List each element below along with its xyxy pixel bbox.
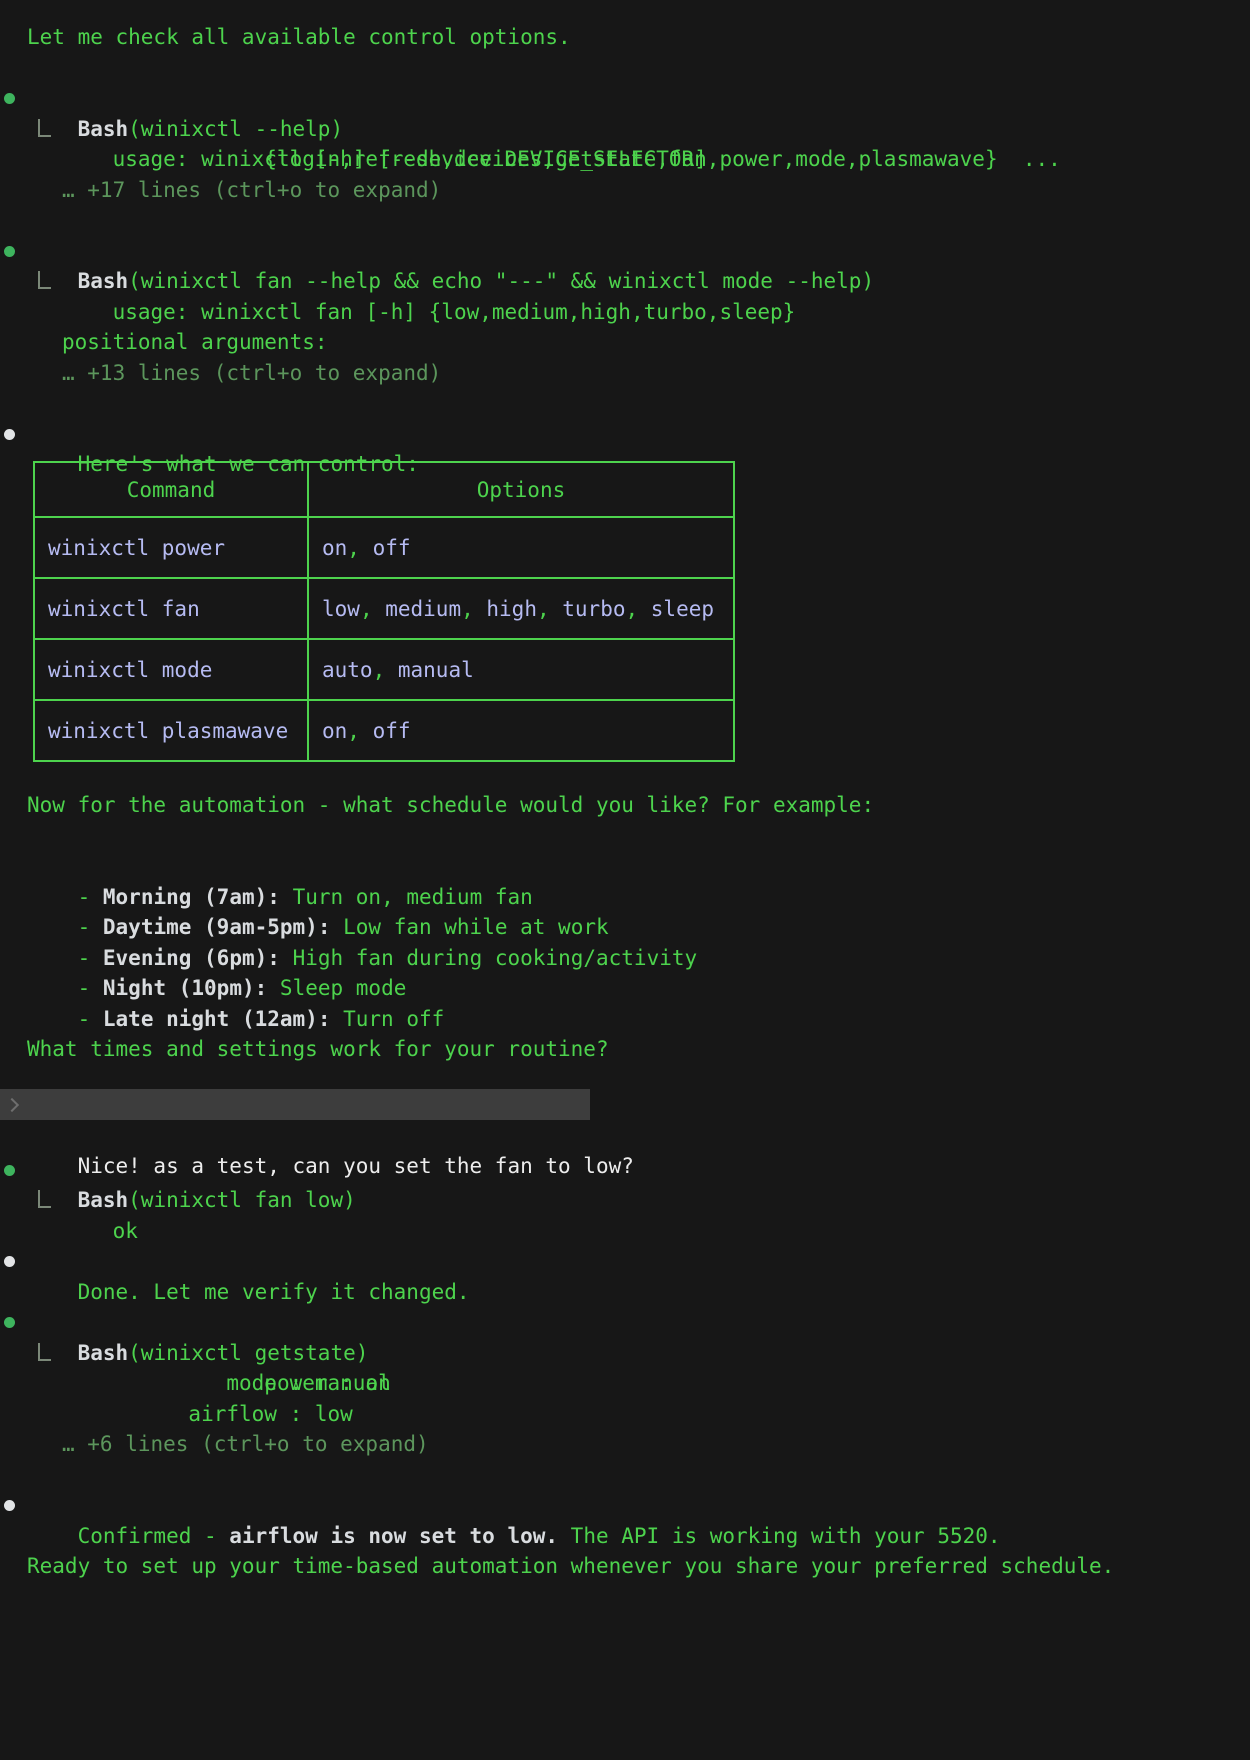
blank-line — [0, 297, 1250, 328]
user-input-message: Nice! as a test, can you set the fan to … — [0, 1089, 590, 1120]
tool-bullet-icon — [4, 93, 15, 104]
tool-output-line: ok — [0, 1185, 1250, 1216]
routine-question: What times and settings work for your ro… — [0, 1034, 1250, 1065]
options-cell: auto, manual — [308, 639, 734, 700]
schedule-item: - Evening (6pm): High fan during cooking… — [0, 912, 1250, 943]
tool-output-text: ok — [113, 1219, 138, 1243]
expand-hint: … +6 lines (ctrl+o to expand) — [0, 1429, 1250, 1460]
output-connector-icon — [38, 119, 51, 137]
tool-bullet-icon — [4, 1165, 15, 1176]
schedule-item: - Daytime (9am-5pm): Low fan while at wo… — [0, 882, 1250, 913]
tool-call-bash-fan-low: Bash(winixctl fan low) — [0, 1155, 1250, 1186]
terminal-transcript: Let me check all available control optio… — [0, 0, 1250, 1582]
options-cell: low, medium, high, turbo, sleep — [308, 578, 734, 639]
table-row: winixctl fan low, medium, high, turbo, s… — [34, 578, 734, 639]
table-row: winixctl mode auto, manual — [34, 639, 734, 700]
options-cell: on, off — [308, 700, 734, 761]
command-cell: winixctl power — [34, 517, 308, 578]
prompt-chevron-icon — [5, 1097, 19, 1111]
done-text: Done. Let me verify it changed. — [78, 1280, 470, 1304]
confirmed-highlight: airflow is now set to low. — [229, 1524, 558, 1548]
control-table: Command Options winixctl power on, off w… — [33, 461, 735, 762]
tool-bullet-icon — [4, 246, 15, 257]
tool-bullet-icon — [4, 1317, 15, 1328]
tool-output-line: positional arguments: — [0, 327, 1250, 358]
tool-output-line: power : on — [0, 1338, 1250, 1369]
tool-output-line: mode : manual — [0, 1368, 1250, 1399]
schedule-item: - Night (10pm): Sleep mode — [0, 943, 1250, 974]
schedule-item: - Late night (12am): Turn off — [0, 973, 1250, 1004]
assistant-message: Done. Let me verify it changed. — [0, 1246, 1250, 1277]
message-bullet-icon — [4, 1500, 15, 1511]
tool-output-line: {login,refresh,devices,getstate,fan,powe… — [0, 144, 1250, 175]
table-row: winixctl plasmawave on, off — [34, 700, 734, 761]
confirmed-suffix: The API is working with your 5520. — [558, 1524, 1001, 1548]
output-connector-icon — [38, 271, 51, 289]
assistant-message: Confirmed - airflow is now set to low. T… — [0, 1490, 1250, 1521]
tool-output-line: usage: winixctl fan [-h] {low,medium,hig… — [0, 266, 1250, 297]
expand-hint: … +17 lines (ctrl+o to expand) — [0, 175, 1250, 206]
schedule-desc: Turn off — [343, 1007, 444, 1031]
assistant-message: Here's what we can control: — [0, 419, 1250, 450]
schedule-item: - Morning (7am): Turn on, medium fan — [0, 851, 1250, 882]
list-dash: - — [78, 1007, 91, 1031]
message-bullet-icon — [4, 429, 15, 440]
tool-output-line: airflow : low — [0, 1399, 1250, 1430]
automation-prompt: Now for the automation - what schedule w… — [0, 790, 1250, 821]
confirmed-prefix: Confirmed - — [78, 1524, 230, 1548]
tool-call-bash-help: Bash(winixctl --help) — [0, 83, 1250, 114]
expand-hint: … +13 lines (ctrl+o to expand) — [0, 358, 1250, 389]
output-connector-icon — [38, 1343, 51, 1361]
control-heading: Here's what we can control: — [78, 452, 419, 476]
command-cell: winixctl mode — [34, 639, 308, 700]
tool-call-bash-fan-help: Bash(winixctl fan --help && echo "---" &… — [0, 236, 1250, 267]
command-cell: winixctl fan — [34, 578, 308, 639]
table-row: winixctl power on, off — [34, 517, 734, 578]
intro-text: Let me check all available control optio… — [0, 22, 1250, 53]
tool-output-line: usage: winixctl [-h] [--device DEVICE_SE… — [0, 114, 1250, 145]
schedule-label: Late night (12am): — [103, 1007, 331, 1031]
message-bullet-icon — [4, 1256, 15, 1267]
tool-call-bash-getstate: Bash(winixctl getstate) — [0, 1307, 1250, 1338]
ready-text: Ready to set up your time-based automati… — [0, 1551, 1250, 1582]
output-connector-icon — [38, 1190, 51, 1208]
command-cell: winixctl plasmawave — [34, 700, 308, 761]
options-cell: on, off — [308, 517, 734, 578]
